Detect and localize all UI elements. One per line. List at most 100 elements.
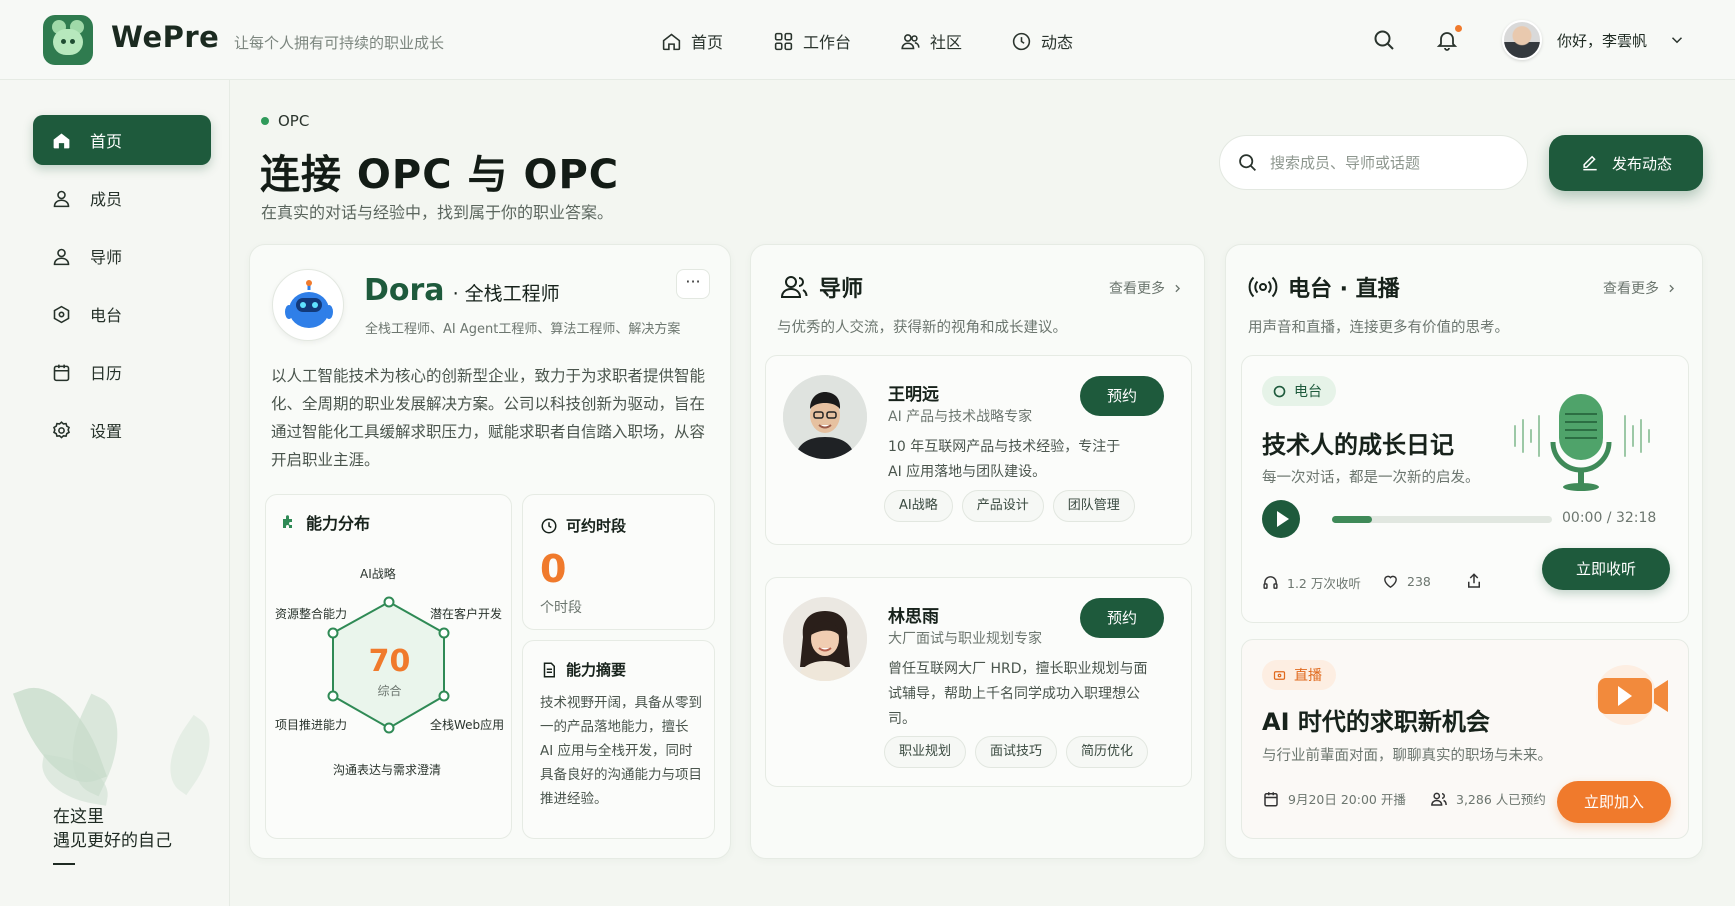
search-icon[interactable] — [1372, 28, 1396, 52]
more-options-button[interactable]: ··· — [676, 269, 710, 299]
mentors-more-link[interactable]: 查看更多 — [1109, 278, 1184, 298]
live-badge: 直播 — [1262, 660, 1336, 690]
top-navbar: WePre 让每个人拥有可持续的职业成长 首页 工作台 社区 动态 你好，李雲帆 — [0, 0, 1735, 80]
chevron-right-icon — [1669, 284, 1675, 292]
mentor-name: 王明远 — [888, 385, 939, 405]
chevron-right-icon — [1175, 284, 1181, 292]
tag[interactable]: 产品设计 — [961, 490, 1044, 522]
tag[interactable]: AI战略 — [884, 490, 953, 522]
profile-name: Dora — [364, 273, 445, 308]
radio-more-link[interactable]: 查看更多 — [1603, 278, 1678, 298]
edit-icon — [1583, 155, 1597, 171]
heart-icon — [1384, 575, 1397, 589]
mentors-title: 导师 — [779, 271, 863, 303]
radar-axis-label: 潜在客户开发 — [430, 607, 503, 621]
mentor-title: AI 产品与技术战略专家 — [888, 409, 1033, 425]
search-input[interactable] — [1270, 153, 1510, 172]
book-button[interactable]: 预约 — [1080, 376, 1164, 416]
slots-unit: 个时段 — [540, 600, 582, 616]
sidebar-slogan: 在这里 遇见更好的自己 — [53, 807, 172, 851]
nav-activity[interactable]: 动态 — [1011, 29, 1073, 53]
leaf-decoration — [153, 714, 227, 796]
community-icon — [901, 33, 920, 49]
chevron-down-icon[interactable] — [1668, 31, 1686, 49]
sidebar-item-radio[interactable]: 电台 — [33, 289, 211, 339]
profile-header: Dora · 全栈工程师 — [364, 273, 560, 308]
nav-label: 社区 — [930, 33, 963, 52]
radar-axis-label: 全栈Web应用 — [430, 718, 505, 732]
listen-now-button[interactable]: 立即收听 — [1542, 548, 1670, 590]
mentor-name: 林思雨 — [888, 607, 939, 627]
share-icon[interactable] — [1465, 572, 1483, 590]
status-dot — [261, 117, 269, 125]
tag[interactable]: 职业规划 — [884, 736, 967, 768]
sidebar: 首页 成员 导师 电台 日历 设置 在这里 遇见更好的自己 — [0, 80, 230, 906]
progress-track[interactable] — [1332, 516, 1552, 523]
live-desc: 与行业前輩面对面，聊聊真实的职场与未来。 — [1262, 748, 1552, 764]
publish-button[interactable]: 发布动态 — [1549, 135, 1703, 191]
like-count[interactable]: 238 — [1382, 573, 1431, 590]
bell-icon[interactable] — [1435, 28, 1459, 52]
avatar[interactable] — [1502, 20, 1542, 60]
radio-icon — [53, 305, 70, 323]
broadcast-icon — [1248, 276, 1278, 298]
mentor-title: 大厂面试与职业规划专家 — [888, 631, 1042, 647]
headphones-icon — [1263, 576, 1278, 589]
summary-text: 技术视野开阔，具备从零到一的产品落地能力，擅长 AI 应用与全栈开发，同时具备良… — [540, 695, 702, 807]
clock-icon — [541, 518, 557, 533]
join-now-button[interactable]: 立即加入 — [1557, 781, 1671, 823]
user-icon — [53, 190, 70, 207]
profile-description: 以人工智能技术为核心的创新型企业，致力于为求职者提供智能化、全周期的职业发展解决… — [271, 367, 706, 469]
nav-community[interactable]: 社区 — [900, 29, 962, 53]
calendar-icon — [53, 364, 70, 381]
nav-label: 动态 — [1041, 33, 1074, 52]
sidebar-item-calendar[interactable]: 日历 — [33, 347, 211, 397]
nav-label: 工作台 — [803, 33, 852, 52]
search-field[interactable] — [1219, 135, 1528, 190]
ability-panel: 能力分布 AI战略 潜在客户开发 全栈Web应用 沟通表达与需求澄清 项目推进能… — [265, 494, 512, 839]
live-icon — [1273, 670, 1286, 680]
summary-title: 能力摘要 — [540, 659, 626, 680]
sidebar-item-label: 设置 — [90, 422, 123, 441]
sidebar-item-home[interactable]: 首页 — [33, 115, 211, 165]
calendar-icon — [1264, 791, 1278, 806]
grid-icon — [774, 32, 793, 50]
page-subtitle: 在真实的对话与经验中，找到属于你的职业答案。 — [261, 203, 614, 222]
tag[interactable]: 简历优化 — [1066, 736, 1149, 768]
book-button[interactable]: 预约 — [1080, 598, 1164, 638]
nav-home[interactable]: 首页 — [661, 29, 723, 53]
ability-score-label: 综合 — [377, 684, 402, 698]
home-icon — [662, 33, 681, 50]
person-photo — [783, 597, 867, 681]
nav-workbench[interactable]: 工作台 — [773, 29, 851, 53]
logo-icon[interactable] — [43, 15, 93, 65]
slots-title: 可约时段 — [540, 515, 626, 536]
profile-tags: 全栈工程师、AI Agent工程师、算法工程师、解决方案 — [365, 322, 681, 337]
mentor-tags: AI战略 产品设计 团队管理 — [884, 490, 1144, 522]
brand-name[interactable]: WePre — [111, 20, 219, 54]
nav-label: 首页 — [691, 33, 724, 52]
mentor-card[interactable]: 林思雨 大厂面试与职业规划专家 预约 曾任互联网大厂 HRD，擅长职业规划与面试… — [765, 577, 1192, 787]
play-icon — [1277, 511, 1289, 527]
mentor-icon — [780, 276, 808, 298]
mentors-subtitle: 与优秀的人交流，获得新的视角和成长建议。 — [777, 320, 1067, 336]
sidebar-item-members[interactable]: 成员 — [33, 173, 211, 223]
divider — [53, 863, 75, 865]
episode-title: 技术人的成长日记 — [1262, 431, 1454, 459]
tag[interactable]: 团队管理 — [1052, 490, 1135, 522]
brand-tagline: 让每个人拥有可持续的职业成长 — [234, 34, 445, 52]
live-title: AI 时代的求职新机会 — [1262, 708, 1490, 736]
tag[interactable]: 面试技巧 — [975, 736, 1058, 768]
slots-panel: 可约时段 0 个时段 — [522, 494, 715, 630]
sidebar-item-settings[interactable]: 设置 — [33, 405, 211, 455]
slots-count: 0 — [540, 547, 567, 591]
video-camera-icon — [1596, 665, 1668, 725]
avatar — [272, 269, 344, 341]
play-button[interactable] — [1262, 500, 1300, 538]
sidebar-item-mentors[interactable]: 导师 — [33, 231, 211, 281]
radio-subtitle: 用声音和直播，连接更多有价值的思考。 — [1248, 320, 1509, 336]
mentor-card[interactable]: 王明远 AI 产品与技术战略专家 预约 10 年互联网产品与技术经验，专注于 A… — [765, 355, 1192, 545]
sidebar-item-label: 首页 — [90, 132, 123, 151]
document-icon — [543, 662, 555, 677]
user-greeting[interactable]: 你好，李雲帆 — [1557, 30, 1647, 51]
